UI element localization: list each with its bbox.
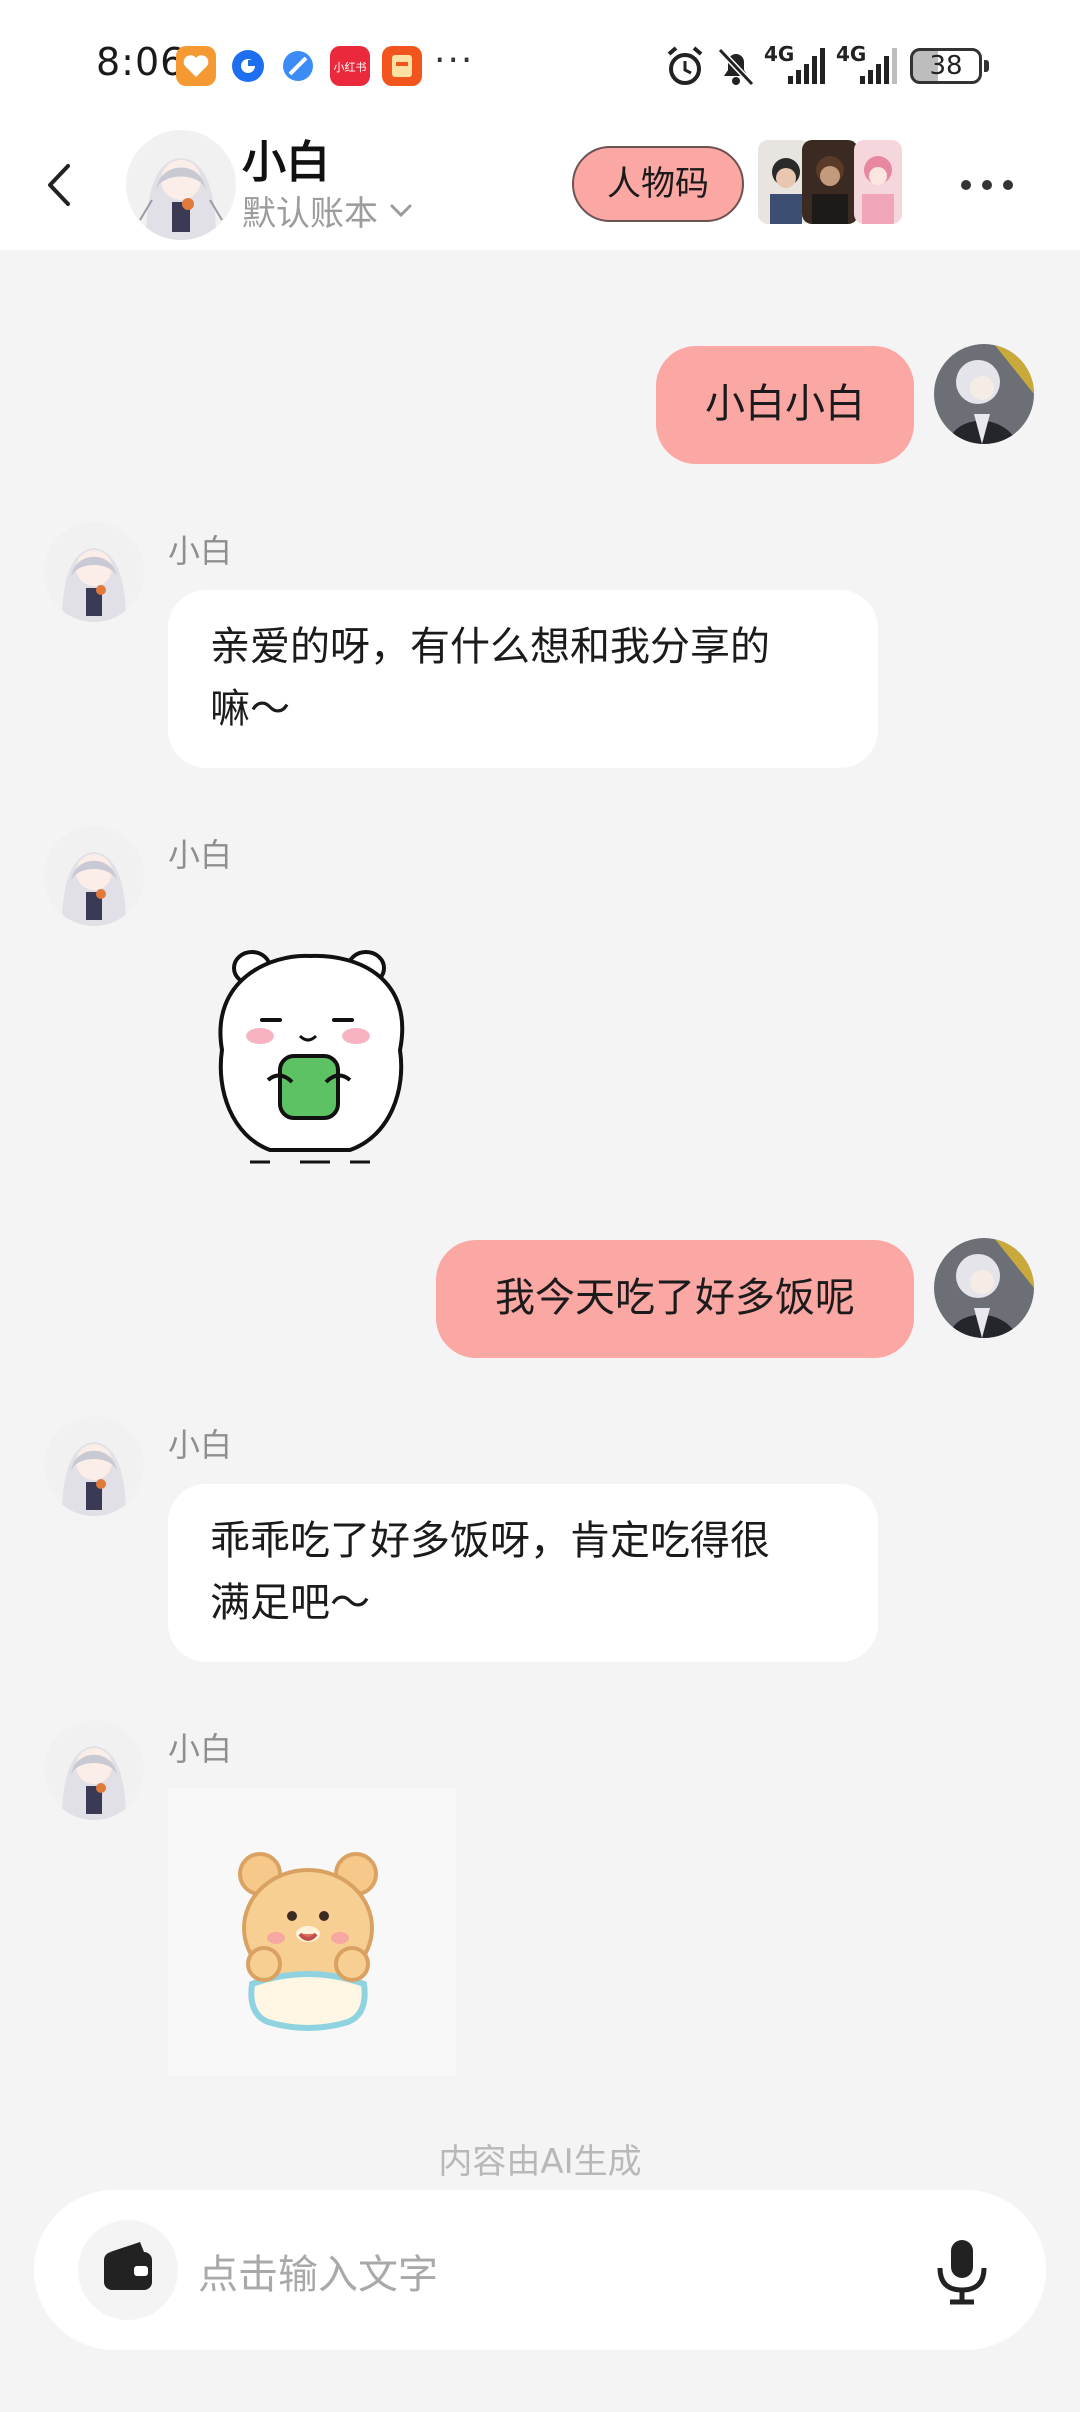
chat-header: 小白 默认账本 人物码: [0, 120, 1080, 250]
microphone-icon: [937, 2240, 987, 2305]
avatar[interactable]: [126, 130, 236, 240]
back-button[interactable]: [26, 150, 96, 220]
signal-2: 4G: [836, 42, 902, 90]
more-notifications-icon: ···: [434, 40, 475, 81]
signal-1: 4G: [764, 42, 830, 90]
incoming-message[interactable]: 亲爱的呀，有什么想和我分享的 嘛～: [168, 590, 878, 768]
sender-name: 小白: [168, 836, 233, 874]
chevron-left-icon: [48, 164, 70, 206]
heart-app-icon: [176, 46, 216, 86]
chevron-down-icon: [390, 204, 412, 217]
outgoing-message[interactable]: 小白小白: [656, 346, 914, 464]
account-label: 默认账本: [242, 194, 378, 234]
account-selector[interactable]: 默认账本: [242, 186, 416, 235]
mute-bell-icon: [717, 47, 755, 87]
svg-text:小红书: 小红书: [334, 61, 367, 74]
incoming-message[interactable]: 乖乖吃了好多饭呀，肯定吃得很 满足吧～: [168, 1484, 878, 1662]
character-thumb-2[interactable]: [802, 140, 858, 224]
orange-card-app-icon: [382, 46, 422, 86]
xiaohongshu-app-icon: 小红书: [330, 46, 370, 86]
character-thumbnails[interactable]: [758, 140, 908, 230]
alarm-icon: [667, 46, 703, 85]
contact-name: 小白: [242, 137, 330, 188]
battery-indicator: 38: [910, 48, 989, 84]
sender-name: 小白: [168, 1730, 233, 1768]
more-options-button[interactable]: [952, 160, 1022, 210]
ai-disclaimer: 内容由AI生成: [438, 2142, 642, 2182]
message-input-bar[interactable]: 点击输入文字: [34, 2190, 1046, 2350]
white-bear-sticker[interactable]: [200, 940, 420, 1170]
message-line: 满足吧～: [210, 1580, 370, 1626]
yellow-bear-sticker[interactable]: [168, 1788, 456, 2076]
contact-avatar[interactable]: [44, 1416, 144, 1516]
status-time: 8:06: [96, 40, 186, 84]
sender-name: 小白: [168, 532, 233, 570]
user-avatar[interactable]: [934, 1238, 1034, 1338]
contact-avatar[interactable]: [44, 522, 144, 622]
wallet-icon: [104, 2242, 152, 2290]
blue-circle-app-icon: [228, 46, 268, 86]
outgoing-message[interactable]: 我今天吃了好多饭呢: [436, 1240, 914, 1358]
message-line: 乖乖吃了好多饭呀，肯定吃得很: [210, 1518, 770, 1564]
persona-code-button[interactable]: 人物码: [572, 146, 744, 222]
sender-name: 小白: [168, 1426, 233, 1464]
character-thumb-3[interactable]: [854, 140, 902, 224]
blue-feather-app-icon: [278, 46, 318, 86]
message-input[interactable]: 点击输入文字: [198, 2242, 438, 2300]
more-dots-icon: [961, 180, 1013, 190]
message-line: 亲爱的呀，有什么想和我分享的: [210, 624, 770, 670]
contact-avatar[interactable]: [44, 1720, 144, 1820]
wallet-button[interactable]: [78, 2220, 178, 2320]
user-avatar[interactable]: [934, 344, 1034, 444]
contact-avatar[interactable]: [44, 826, 144, 926]
message-line: 嘛～: [210, 686, 290, 732]
voice-input-button[interactable]: [924, 2232, 1000, 2308]
status-bar: 8:06 小红书 ··· 4G 4G 38: [0, 0, 1080, 120]
